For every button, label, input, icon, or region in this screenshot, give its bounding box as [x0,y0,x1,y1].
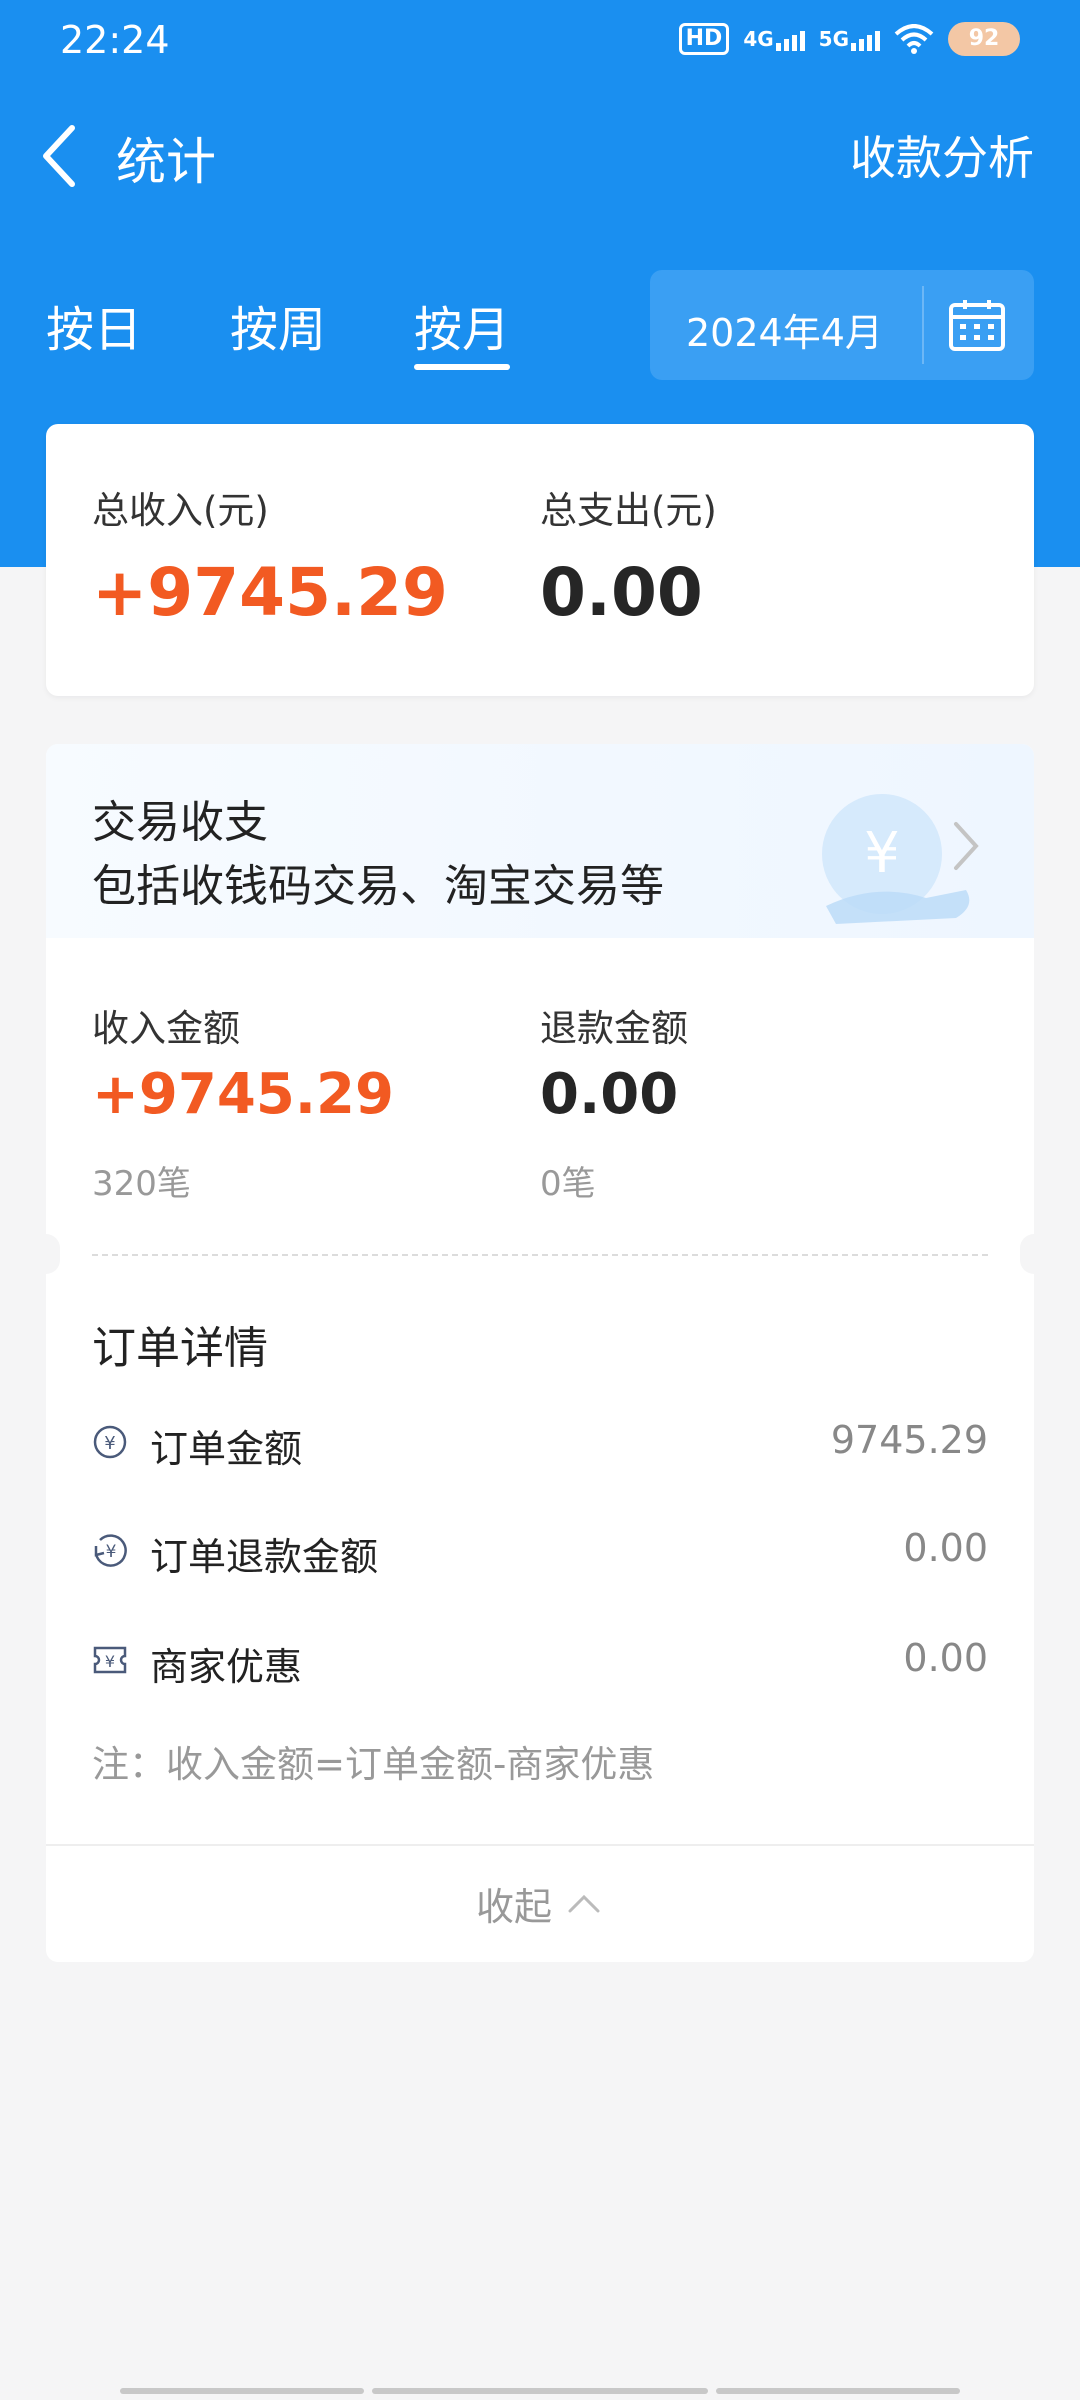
month-picker[interactable]: 2024年4月 [650,270,1034,380]
formula-note: 注：收入金额=订单金额-商家优惠 [92,1743,655,1786]
tab-active-indicator [414,364,510,370]
merchant-discount-label: 商家优惠 [150,1645,303,1689]
home-indicator [716,2388,960,2394]
signal-5g-icon: 5G [819,27,880,51]
back-button[interactable] [32,118,92,194]
yen-coupon-icon: ¥ [93,1646,127,1674]
selected-month: 2024年4月 [686,311,883,355]
wifi-icon [894,24,934,54]
income-amount-label: 收入金额 [92,1007,240,1050]
status-icons: HD 4G 5G 92 [678,22,1020,56]
total-income-value: +9745.29 [92,554,448,631]
chevron-right-icon [954,822,979,870]
transactions-title: 交易收支 [92,797,268,848]
hd-icon: HD [678,23,730,55]
order-amount-label: 订单金额 [150,1427,303,1471]
tab-day[interactable]: 按日 [46,290,142,360]
yen-refund-icon: ¥ [94,1534,127,1567]
card-notch-right [1020,1234,1034,1274]
transactions-card: 交易收支 包括收钱码交易、淘宝交易等 ¥ 收入金额 +9745.29 320笔 … [46,744,1034,1962]
order-amount-value: 9745.29 [830,1418,988,1462]
collapse-button[interactable]: 收起 [46,1844,1034,1962]
order-row-refund: ¥ 订单退款金额 0.00 [92,1520,988,1580]
tab-week[interactable]: 按周 [230,290,326,360]
status-bar: 22:24 HD 4G 5G 92 [0,0,1080,82]
order-refund-value: 0.00 [903,1526,988,1570]
home-indicator [120,2388,364,2394]
status-time: 22:24 [60,18,170,62]
order-refund-label: 订单退款金额 [150,1535,379,1579]
total-expense-label: 总支出(元) [540,489,717,532]
chevron-up-icon [568,1894,600,1913]
transactions-banner[interactable]: 交易收支 包括收钱码交易、淘宝交易等 ¥ [46,744,1034,938]
order-row-amount: ¥ 订单金额 9745.29 [92,1412,988,1472]
home-indicator [372,2388,708,2394]
total-income-label: 总收入(元) [92,489,269,532]
card-notch-left [46,1234,60,1274]
refund-amount-value: 0.00 [540,1062,679,1127]
yen-circle-icon: ¥ [93,1425,127,1459]
refund-count: 0笔 [540,1164,596,1204]
transactions-subtitle: 包括收钱码交易、淘宝交易等 [92,861,664,912]
signal-4g-icon: 4G [743,27,805,51]
chevron-left-icon [43,125,75,187]
page-title: 统计 [116,133,216,191]
svg-text:¥: ¥ [104,1433,115,1454]
dashed-divider [92,1254,988,1256]
merchant-discount-value: 0.00 [903,1636,988,1680]
svg-text:¥: ¥ [106,1542,117,1562]
svg-text:¥: ¥ [864,821,900,886]
order-row-discount: ¥ 商家优惠 0.00 [92,1630,988,1690]
total-expense-value: 0.00 [540,554,703,631]
income-amount-value: +9745.29 [92,1062,394,1127]
collection-analysis-link[interactable]: 收款分析 [850,122,1034,188]
collapse-label: 收起 [475,1884,552,1929]
order-details-title: 订单详情 [92,1323,268,1374]
income-count: 320笔 [92,1164,191,1204]
tab-month[interactable]: 按月 [414,290,510,360]
divider [922,286,924,364]
battery-icon: 92 [948,22,1020,56]
refund-amount-label: 退款金额 [540,1007,688,1050]
svg-text:¥: ¥ [105,1652,115,1671]
totals-card: 总收入(元) +9745.29 总支出(元) 0.00 [46,424,1034,696]
calendar-icon[interactable] [948,298,1006,352]
